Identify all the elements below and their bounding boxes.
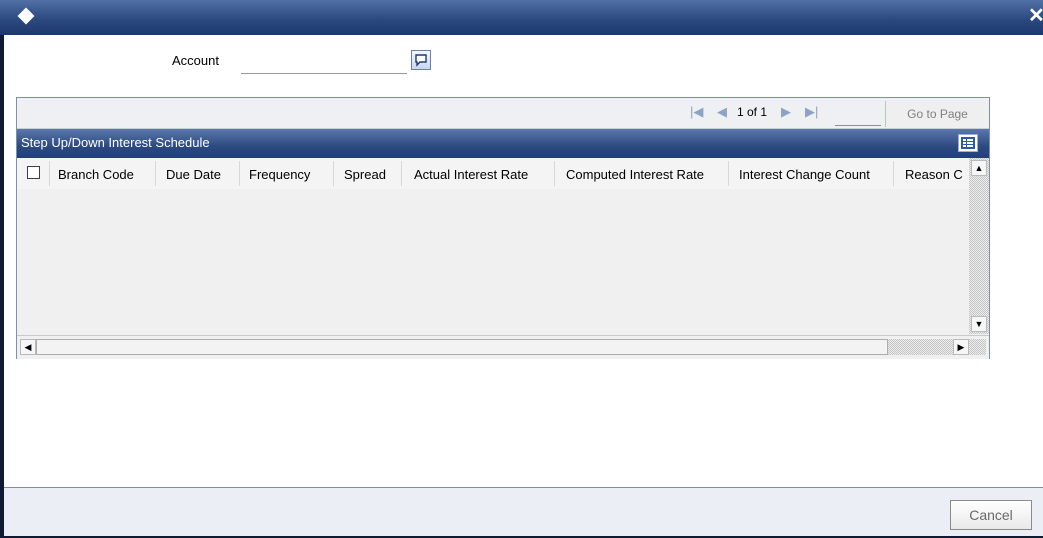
horizontal-scroll-thumb[interactable] <box>36 339 888 355</box>
title-bar: ✕ <box>0 0 1043 35</box>
first-page-icon[interactable]: |◀ <box>690 104 703 120</box>
page-number-input[interactable] <box>835 105 881 126</box>
account-input[interactable] <box>241 49 407 74</box>
account-label: Account <box>172 53 219 68</box>
table-body <box>17 189 969 334</box>
column-header-actual-interest-rate[interactable]: Actual Interest Rate <box>414 167 528 182</box>
prev-page-icon[interactable]: ◀ <box>717 104 727 120</box>
column-divider <box>155 161 156 186</box>
column-divider <box>49 161 50 186</box>
column-divider <box>239 161 240 186</box>
column-settings-button[interactable] <box>958 134 978 152</box>
page-indicator: 1 of 1 <box>737 105 768 119</box>
app-diamond-icon <box>17 7 35 25</box>
pagination-toolbar: |◀ ◀ 1 of 1 ▶ ▶| Go to Page <box>17 98 989 129</box>
scroll-right-arrow-icon[interactable]: ▶ <box>953 339 969 355</box>
column-header-computed-interest-rate[interactable]: Computed Interest Rate <box>566 167 704 182</box>
column-divider <box>333 161 334 186</box>
column-divider <box>893 161 894 186</box>
column-header-reason[interactable]: Reason C <box>905 167 963 182</box>
cancel-button[interactable]: Cancel <box>950 500 1032 530</box>
list-settings-icon <box>961 137 975 149</box>
column-divider <box>554 161 555 186</box>
column-header-interest-change-count[interactable]: Interest Change Count <box>739 167 870 182</box>
schedule-title: Step Up/Down Interest Schedule <box>21 135 210 150</box>
account-lov-button[interactable] <box>411 50 431 70</box>
select-all-checkbox[interactable] <box>27 166 40 179</box>
schedule-grid: |◀ ◀ 1 of 1 ▶ ▶| Go to Page Step Up/Down… <box>16 97 990 359</box>
column-header-spread[interactable]: Spread <box>344 167 386 182</box>
column-header-due-date[interactable]: Due Date <box>166 167 221 182</box>
footer-bar: Cancel <box>4 487 1043 536</box>
column-divider <box>401 161 402 186</box>
last-page-icon[interactable]: ▶| <box>805 104 818 120</box>
schedule-header-bar: Step Up/Down Interest Schedule <box>17 129 989 158</box>
column-header-branch-code[interactable]: Branch Code <box>58 167 134 182</box>
vertical-scrollbar[interactable]: ▲ ▼ <box>969 158 989 334</box>
close-icon[interactable]: ✕ <box>1028 4 1043 28</box>
scroll-up-arrow-icon[interactable]: ▲ <box>971 160 987 176</box>
speech-bubble-icon <box>415 54 427 67</box>
column-divider <box>728 161 729 186</box>
next-page-icon[interactable]: ▶ <box>781 104 791 120</box>
horizontal-scrollbar[interactable]: ◀ ▶ <box>17 335 989 359</box>
go-to-page-button[interactable]: Go to Page <box>885 101 989 127</box>
column-header-frequency[interactable]: Frequency <box>249 167 310 182</box>
scroll-down-arrow-icon[interactable]: ▼ <box>971 316 987 332</box>
scroll-left-arrow-icon[interactable]: ◀ <box>20 339 36 355</box>
table-header-row: Branch Code Due Date Frequency Spread Ac… <box>17 158 969 190</box>
